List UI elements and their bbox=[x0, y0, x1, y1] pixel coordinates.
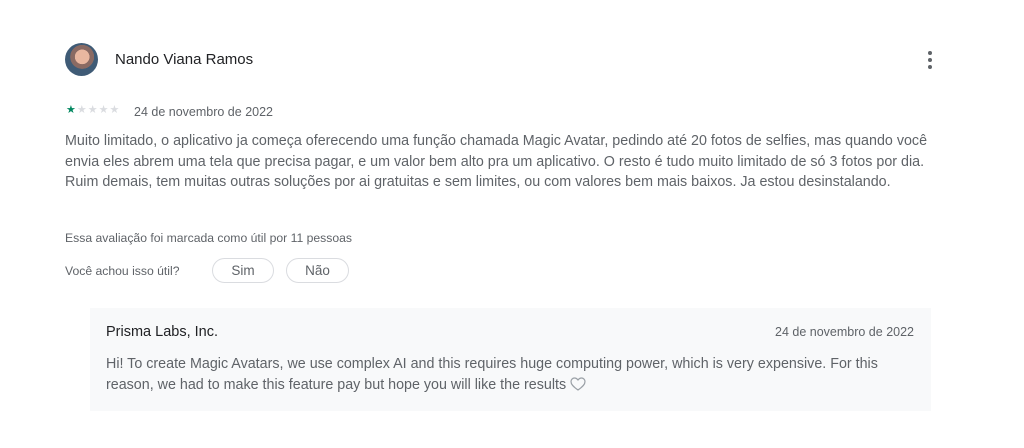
review-card: Nando Viana Ramos ★ ★ ★ ★ ★ 24 de novembro d… bbox=[0, 0, 1024, 448]
review-date: 24 de novembro de 2022 bbox=[134, 105, 273, 119]
reply-date: 24 de novembro de 2022 bbox=[775, 325, 914, 339]
avatar bbox=[65, 43, 98, 76]
more-options-icon[interactable] bbox=[918, 47, 942, 73]
more-dot bbox=[928, 51, 932, 55]
helpful-no-button[interactable]: Não bbox=[286, 258, 349, 283]
helpful-yes-button[interactable]: Sim bbox=[212, 258, 274, 283]
review-text: Muito limitado, o aplicativo ja começa o… bbox=[65, 133, 928, 190]
more-dot bbox=[928, 65, 932, 69]
heart-outline-icon bbox=[570, 377, 586, 391]
developer-name: Prisma Labs, Inc. bbox=[106, 324, 219, 340]
star-icon: ★ bbox=[109, 104, 120, 116]
reply-text-block: Hi! To create Magic Avatars, we use comp… bbox=[106, 354, 921, 396]
helpful-count-text: Essa avaliação foi marcada como útil por… bbox=[65, 231, 353, 245]
star-rating: ★ ★ ★ ★ ★ bbox=[66, 104, 119, 116]
star-icon: ★ bbox=[66, 104, 76, 116]
star-icon: ★ bbox=[98, 104, 109, 116]
star-icon: ★ bbox=[87, 104, 98, 116]
more-dot bbox=[928, 58, 932, 62]
helpful-question: Você achou isso útil? bbox=[65, 264, 180, 278]
star-icon: ★ bbox=[76, 104, 87, 116]
developer-reply: Prisma Labs, Inc. 24 de novembro de 2022… bbox=[90, 308, 931, 411]
review-author-name: Nando Viana Ramos bbox=[115, 51, 254, 68]
reply-text: Hi! To create Magic Avatars, we use comp… bbox=[106, 356, 878, 393]
